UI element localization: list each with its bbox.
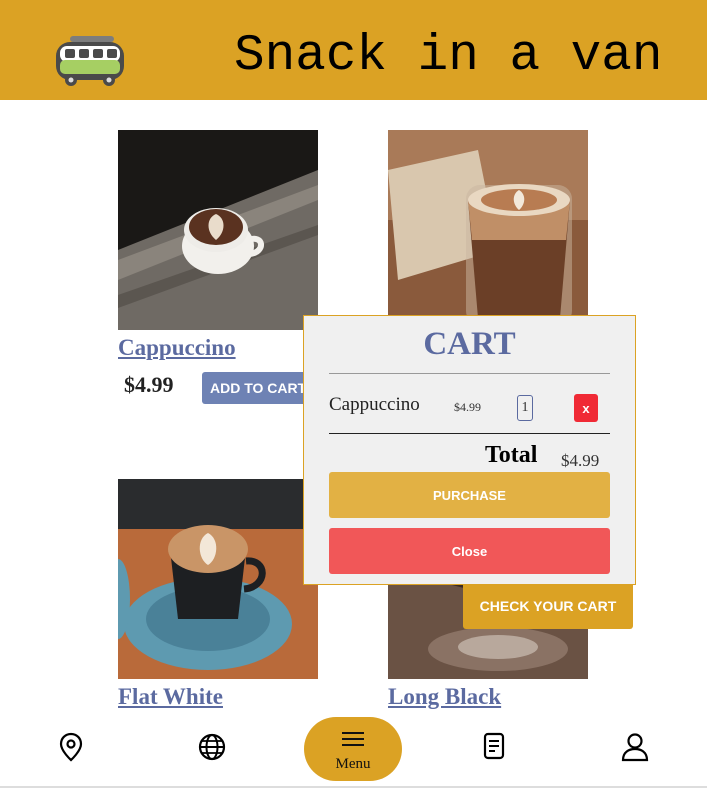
- product-name-flat-white[interactable]: Flat White: [118, 684, 223, 710]
- cart-modal: CART Cappuccino $4.99 1 x Total $4.99 PU…: [303, 315, 636, 585]
- remove-item-button[interactable]: x: [574, 394, 598, 422]
- total-label: Total: [485, 442, 538, 468]
- menu-icon: [342, 732, 364, 746]
- product-price: $4.99: [124, 372, 174, 397]
- location-icon[interactable]: [59, 732, 83, 762]
- bottom-nav: Menu: [0, 717, 707, 788]
- product-name-long-black[interactable]: Long Black: [388, 684, 501, 710]
- cart-item-price: $4.99: [454, 400, 481, 414]
- add-to-cart-button[interactable]: ADD TO CART: [202, 372, 312, 404]
- menu-button[interactable]: Menu: [304, 717, 402, 781]
- product-image-cappuccino[interactable]: [118, 130, 318, 330]
- check-cart-button[interactable]: CHECK YOUR CART: [463, 582, 633, 629]
- purchase-button[interactable]: PURCHASE: [329, 472, 610, 518]
- product-name-cappuccino[interactable]: Cappuccino: [118, 335, 236, 361]
- cart-item-name: Cappuccino: [329, 394, 420, 415]
- product-image-latte[interactable]: [388, 130, 588, 330]
- cart-item-quantity[interactable]: 1: [517, 395, 533, 421]
- cart-title: CART: [423, 326, 516, 362]
- menu-label: Menu: [335, 756, 371, 772]
- brand-title: Snack in a van: [234, 28, 663, 85]
- receipt-icon[interactable]: [483, 732, 505, 760]
- total-value: $4.99: [561, 451, 600, 470]
- globe-icon[interactable]: [198, 733, 226, 761]
- close-cart-button[interactable]: Close: [329, 528, 610, 574]
- divider: [329, 373, 610, 374]
- divider: [329, 433, 610, 434]
- product-image-flat-white[interactable]: [118, 479, 318, 679]
- app-header: Snack in a van: [0, 0, 707, 100]
- van-icon: [56, 36, 124, 86]
- user-icon[interactable]: [621, 732, 649, 762]
